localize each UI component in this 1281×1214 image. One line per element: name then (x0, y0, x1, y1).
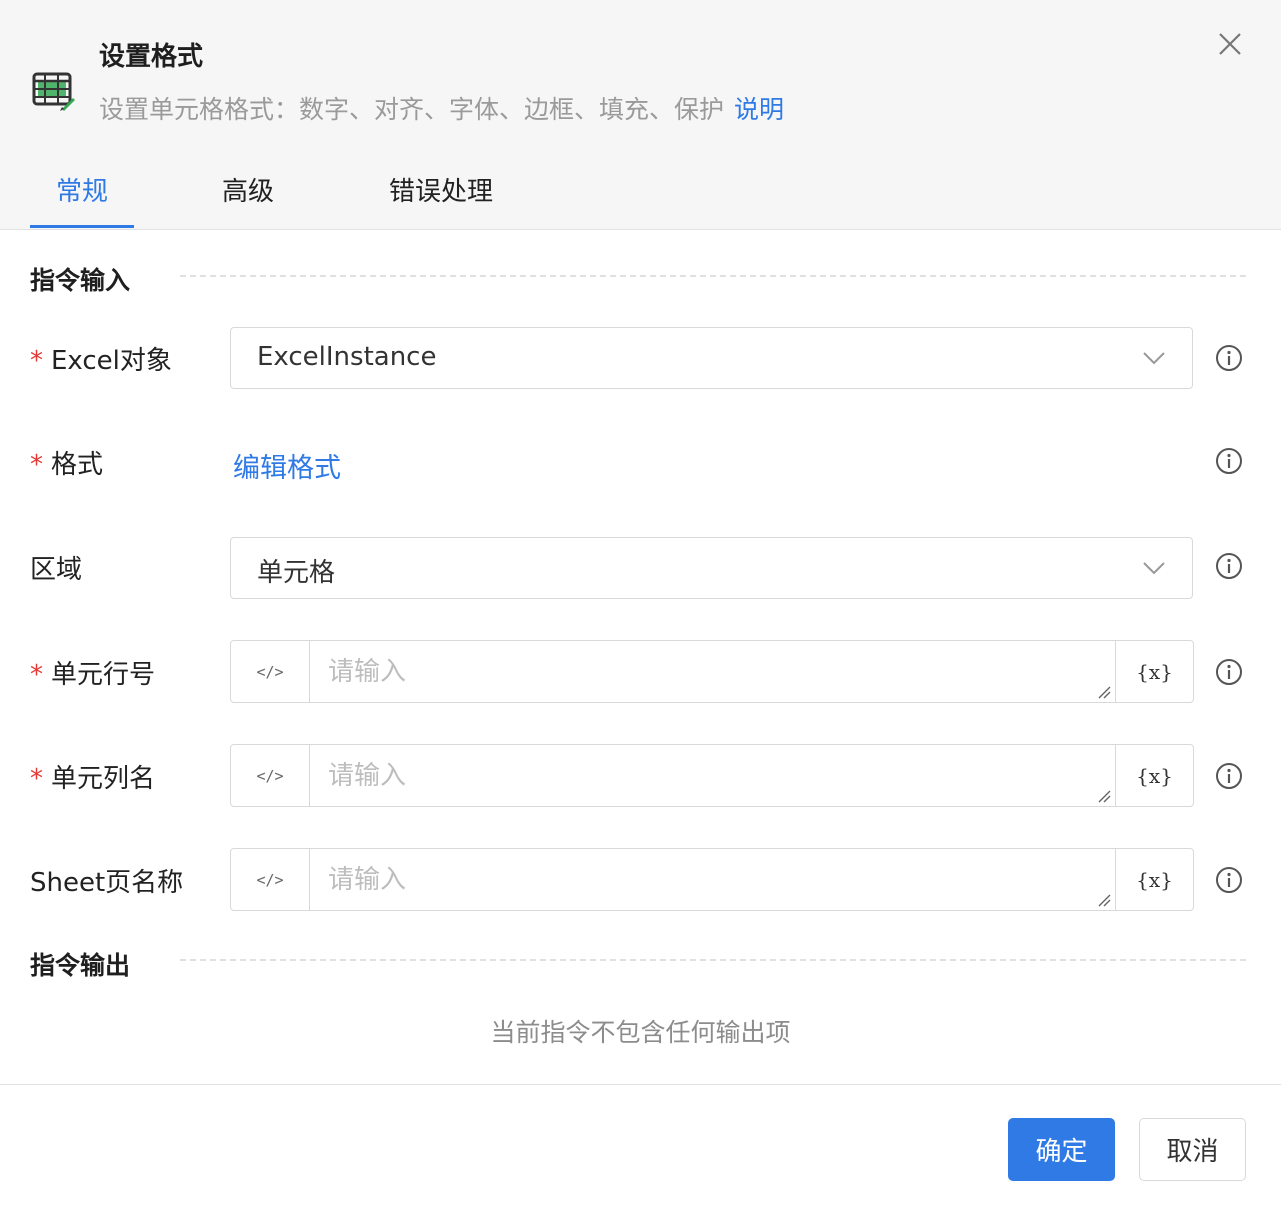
required-mark: * (30, 660, 43, 690)
close-icon[interactable] (1214, 28, 1246, 60)
column-label-text: 单元列名 (51, 764, 156, 794)
required-mark: * (30, 764, 43, 794)
excel-object-value: ExcelInstance (257, 342, 437, 372)
info-icon[interactable] (1215, 447, 1243, 475)
dialog-header: 设置格式 设置单元格格式：数字、对齐、字体、边框、填充、保护 说明 常规 高级 错… (0, 0, 1281, 230)
active-tab-indicator (30, 225, 134, 228)
code-mode-toggle[interactable]: </> (231, 745, 310, 806)
resize-handle-icon[interactable] (1097, 893, 1111, 907)
column-input[interactable] (310, 745, 1116, 806)
format-label-text: 格式 (51, 450, 104, 480)
tab-advanced[interactable]: 高级 (222, 171, 274, 208)
format-label: * 格式 (30, 444, 103, 481)
region-label: 区域 (30, 555, 83, 585)
column-label: * 单元列名 (30, 758, 155, 795)
info-icon[interactable] (1215, 866, 1243, 894)
cancel-button[interactable]: 取消 (1139, 1118, 1246, 1181)
info-icon[interactable] (1215, 552, 1243, 580)
column-field: </> {x} (230, 744, 1194, 807)
insert-variable-button[interactable]: {x} (1115, 849, 1193, 910)
input-section-title: 指令输入 (30, 266, 131, 295)
required-mark: * (30, 346, 43, 376)
region-select[interactable]: 单元格 (230, 537, 1193, 599)
row-label-text: 单元行号 (51, 660, 156, 690)
insert-variable-button[interactable]: {x} (1115, 745, 1193, 806)
edit-format-link[interactable]: 编辑格式 (233, 446, 341, 485)
section-divider (180, 959, 1246, 961)
resize-handle-icon[interactable] (1097, 685, 1111, 699)
sheet-field: </> {x} (230, 848, 1194, 911)
help-link[interactable]: 说明 (734, 95, 784, 124)
excel-object-select[interactable]: ExcelInstance (230, 327, 1193, 389)
resize-handle-icon[interactable] (1097, 789, 1111, 803)
info-icon[interactable] (1215, 344, 1243, 372)
tab-general[interactable]: 常规 (56, 171, 108, 208)
sheet-label: Sheet页名称 (30, 868, 184, 898)
row-input[interactable] (310, 641, 1116, 702)
confirm-button[interactable]: 确定 (1008, 1118, 1115, 1181)
code-mode-toggle[interactable]: </> (231, 641, 310, 702)
row-field: </> {x} (230, 640, 1194, 703)
section-divider (180, 275, 1246, 277)
output-section-title: 指令输出 (30, 951, 131, 980)
tab-error-handling[interactable]: 错误处理 (389, 171, 493, 208)
info-icon[interactable] (1215, 762, 1243, 790)
code-mode-toggle[interactable]: </> (231, 849, 310, 910)
row-label: * 单元行号 (30, 654, 155, 691)
excel-object-label: * Excel对象 (30, 340, 172, 377)
region-value: 单元格 (257, 558, 336, 588)
empty-output-message: 当前指令不包含任何输出项 (490, 1018, 791, 1047)
chevron-down-icon (1143, 352, 1165, 365)
insert-variable-button[interactable]: {x} (1115, 641, 1193, 702)
chevron-down-icon (1143, 562, 1165, 575)
dialog-subtitle: 设置单元格格式：数字、对齐、字体、边框、填充、保护 说明 (99, 90, 784, 126)
sheet-input[interactable] (310, 849, 1116, 910)
info-icon[interactable] (1215, 658, 1243, 686)
excel-object-label-text: Excel对象 (51, 346, 172, 376)
excel-format-icon (32, 72, 75, 111)
dialog-description: 设置单元格格式：数字、对齐、字体、边框、填充、保护 (99, 95, 725, 124)
dialog-title: 设置格式 (99, 42, 204, 72)
required-mark: * (30, 450, 43, 480)
